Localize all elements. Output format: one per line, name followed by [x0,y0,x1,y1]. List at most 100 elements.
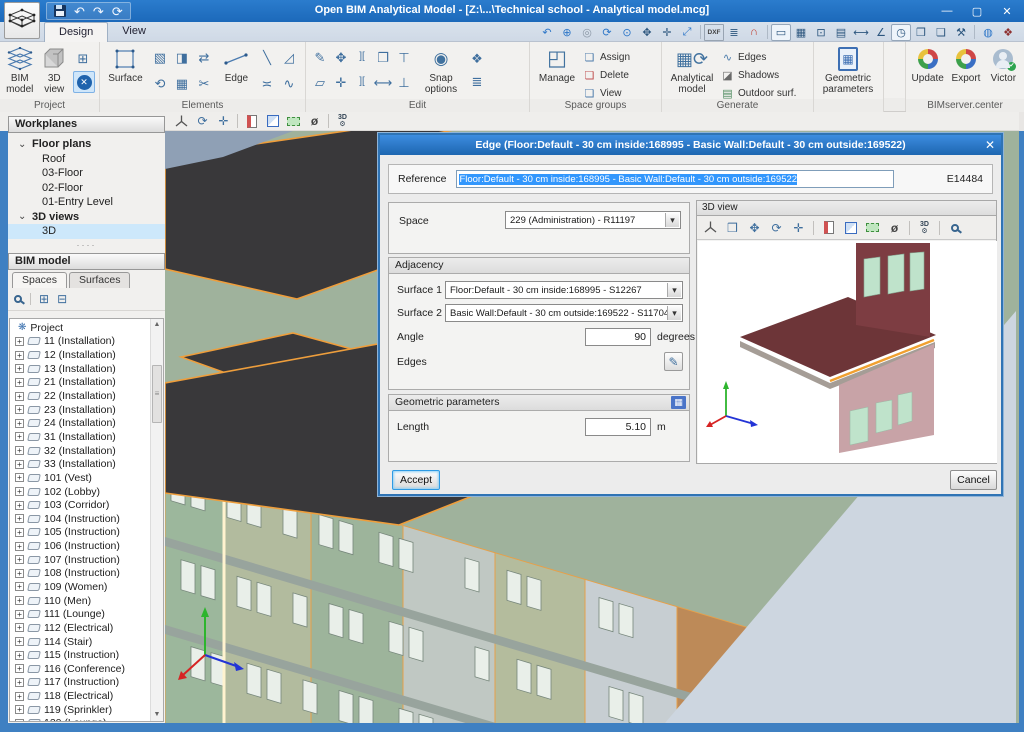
dimensions-icon[interactable]: ⟷ [851,24,871,41]
tree-item[interactable]: +118 (Electrical) [10,689,149,703]
cancel-button[interactable]: Cancel [950,470,997,490]
expander-icon[interactable]: + [15,392,24,401]
tree-item[interactable]: +119 (Sprinkler) [10,703,149,717]
expander-icon[interactable]: + [15,596,24,605]
export-button[interactable]: Export [948,44,983,85]
geometric-parameters-button[interactable]: ▦ Geometric parameters [818,44,878,95]
assign-button[interactable]: ❏Assign [583,49,630,66]
expander-icon[interactable]: + [15,664,24,673]
search-icon[interactable] [14,295,22,303]
match-edges2-icon[interactable]: ][ [352,72,372,92]
inactive-tool-icon[interactable]: ◎ [577,24,597,41]
windows-icon[interactable] [841,219,860,236]
hide-elements-icon[interactable]: ø [885,219,904,236]
tree-item[interactable]: +116 (Conference) [10,662,149,676]
tree-item[interactable]: +105 (Instruction) [10,526,149,540]
orbit-icon[interactable]: ⟳ [193,113,212,130]
scroll-up-icon[interactable]: ▲ [151,319,163,331]
accept-button[interactable]: Accept [392,470,440,490]
tree-item[interactable]: +107 (Instruction) [10,553,149,567]
layers-icon[interactable]: ≣ [724,24,744,41]
redraw-icon[interactable]: ⟳ [597,24,617,41]
tab-surfaces[interactable]: Surfaces [69,272,130,288]
erase-icon[interactable]: ▱ [310,72,330,92]
update-button[interactable]: Update [910,44,945,85]
save-icon[interactable] [54,5,66,17]
tree-item[interactable]: +11 (Installation) [10,335,149,349]
axes-icon[interactable] [701,219,720,236]
tree-item[interactable]: +110 (Men) [10,594,149,608]
shadows-button[interactable]: ◪Shadows [721,67,796,84]
expander-icon[interactable]: + [15,514,24,523]
cancel-selection-button[interactable]: ✕ [73,71,95,93]
undo-icon[interactable]: ↶ [74,5,85,18]
expander-icon[interactable]: + [15,528,24,537]
render-icon[interactable]: 3D⚙ [915,219,934,236]
tree-item[interactable]: +106 (Instruction) [10,539,149,553]
tree-item[interactable]: +115 (Instruction) [10,648,149,662]
close-button[interactable]: ✕ [992,0,1022,22]
ortho-icon[interactable]: ▭ [771,24,791,41]
dxf-templates-icon[interactable]: DXF [704,24,724,41]
expander-icon[interactable]: + [15,692,24,701]
model-tree-icon[interactable]: ⊞ [73,48,93,68]
walls-icon[interactable] [242,113,261,130]
tree-item[interactable]: +111 (Lounge) [10,607,149,621]
layer-edit-icon[interactable]: ≣ [467,71,487,91]
expander-icon[interactable]: + [15,542,24,551]
collapse-all-icon[interactable]: ⊟ [57,292,67,306]
cube-icon[interactable]: ❒ [723,219,742,236]
expander-icon[interactable]: + [15,582,24,591]
tree-item[interactable]: +12 (Installation) [10,348,149,362]
workplanes-3d-views[interactable]: ⌄3D views [8,210,165,225]
surface-align-icon[interactable]: ⇄ [194,47,214,67]
expander-icon[interactable]: + [15,405,24,414]
expander-icon[interactable]: + [15,432,24,441]
surface-button[interactable]: Surface [104,44,147,85]
workplane-item[interactable]: 03-Floor [8,166,165,181]
panel-splitter[interactable]: ···· [8,241,165,253]
move-view-icon[interactable]: ✛ [657,24,677,41]
space-select[interactable]: 229 (Administration) - R11197 [505,211,681,229]
tree-item[interactable]: +21 (Installation) [10,376,149,390]
snap-options-button[interactable]: ◉ Snap options [418,44,464,95]
anchor-icon[interactable]: ✛ [789,219,808,236]
manage-button[interactable]: ◰ Manage [534,44,580,85]
edge-parallel-icon[interactable]: ≍ [257,73,277,93]
tree-item[interactable]: +114 (Stair) [10,635,149,649]
offset-down-icon[interactable]: ⊥ [394,72,414,92]
tree-item[interactable]: +32 (Installation) [10,444,149,458]
keyboard-entry-icon[interactable]: ▤ [831,24,851,41]
expander-icon[interactable]: + [15,473,24,482]
object-snap-icon[interactable]: ⊡ [811,24,831,41]
expander-icon[interactable]: + [15,351,24,360]
expander-icon[interactable]: + [15,487,24,496]
minimize-button[interactable]: — [932,0,962,22]
help-book-icon[interactable]: ❖ [998,24,1018,41]
user-button[interactable]: ✔ Victor [987,44,1020,85]
floors-icon[interactable] [863,219,882,236]
surface-extend-icon[interactable]: ▦ [172,73,192,93]
edge-line-icon[interactable]: ╲ [257,47,277,67]
match-edges-icon[interactable]: ][ [352,47,372,67]
move-element-icon[interactable]: ✥ [331,47,351,67]
tree-item[interactable]: +31 (Installation) [10,430,149,444]
expander-icon[interactable]: + [15,623,24,632]
workplane-item[interactable]: 01-Entry Level [8,195,165,210]
expander-icon[interactable]: + [15,719,24,722]
hide-elements-icon[interactable]: ø [305,113,324,130]
tree-item[interactable]: +104 (Instruction) [10,512,149,526]
expander-icon[interactable]: + [15,569,24,578]
expander-icon[interactable]: + [15,555,24,564]
surface-rotate-icon[interactable]: ⟲ [150,73,170,93]
tree-item[interactable]: +101 (Vest) [10,471,149,485]
bim-model-button[interactable]: BIM model [4,44,36,95]
tree-item[interactable]: +108 (Instruction) [10,567,149,581]
tools-icon[interactable]: ⚒ [951,24,971,41]
orbit-icon[interactable]: ⟳ [767,219,786,236]
dialog-close-button[interactable]: ✕ [985,135,995,155]
comment-icon[interactable]: ❏ [931,24,951,41]
expander-icon[interactable]: + [15,678,24,687]
app-icon[interactable] [4,2,40,39]
expander-icon[interactable]: + [15,637,24,646]
